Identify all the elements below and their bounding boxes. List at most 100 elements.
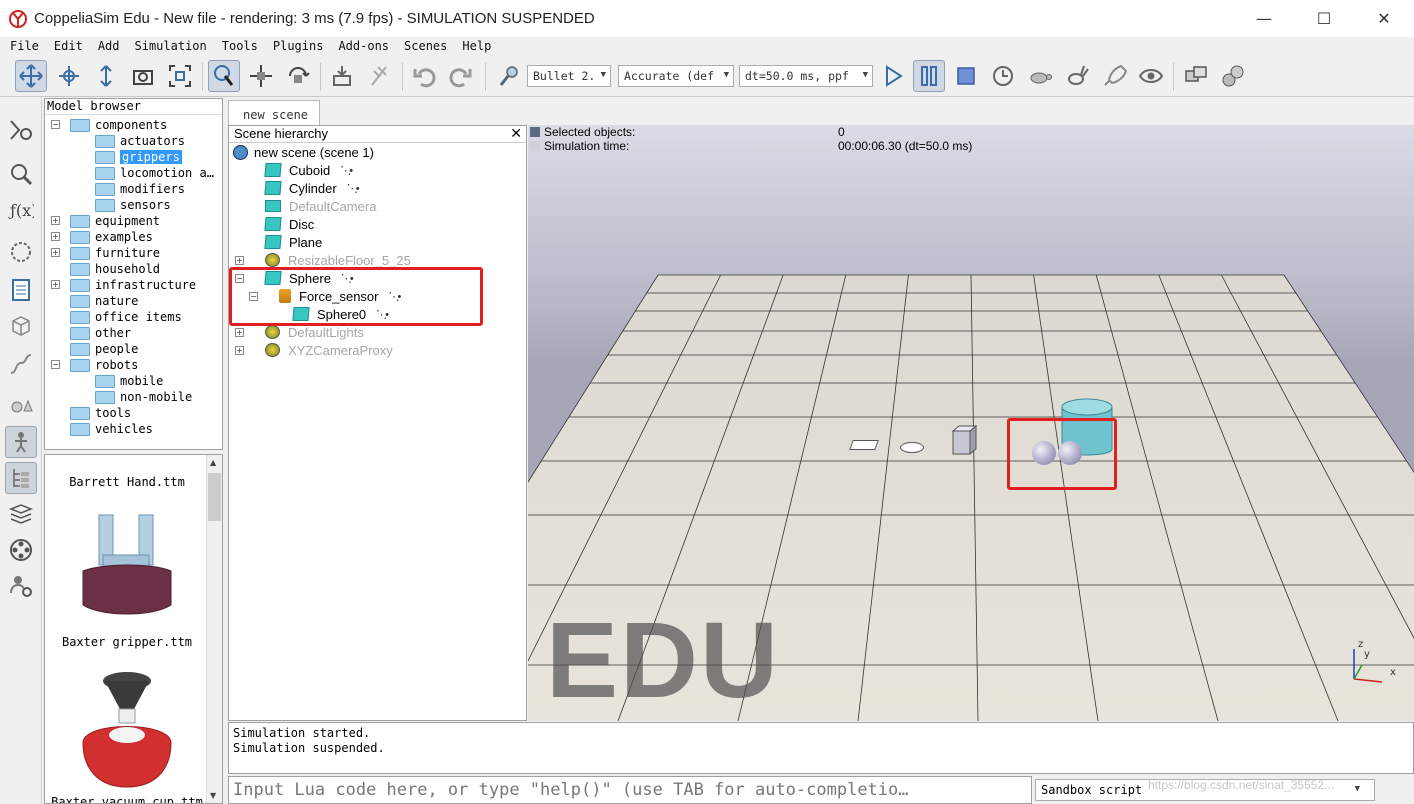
- video-recorder-button[interactable]: [5, 534, 37, 566]
- slow-down-button[interactable]: [1024, 60, 1056, 92]
- expand-toggle[interactable]: +: [51, 232, 60, 241]
- undo-button[interactable]: [408, 60, 440, 92]
- scene-object-item[interactable]: XYZCameraProxy: [265, 341, 393, 359]
- model-folder-item[interactable]: household: [70, 261, 160, 277]
- scripts-button[interactable]: ƒ(x): [5, 194, 37, 226]
- script-link-icon[interactable]: ⋱•: [340, 164, 353, 177]
- thumbnails-scrollbar[interactable]: ▲ ▼: [206, 455, 222, 803]
- model-folder-item[interactable]: mobile: [95, 373, 163, 389]
- scene-object-item[interactable]: Cuboid ⋱•: [264, 161, 353, 179]
- model-folder-item[interactable]: locomotion a…: [95, 165, 214, 181]
- expand-toggle[interactable]: +: [51, 280, 60, 289]
- close-button[interactable]: ✕: [1354, 0, 1414, 37]
- path-planning-button[interactable]: [5, 348, 37, 380]
- model-folder-item[interactable]: non-mobile: [95, 389, 192, 405]
- menu-simulation[interactable]: Simulation: [135, 39, 207, 53]
- model-folder-item[interactable]: furniture: [70, 245, 160, 261]
- info-toggle-icon[interactable]: [530, 127, 540, 137]
- menu-edit[interactable]: Edit: [54, 39, 83, 53]
- menu-add[interactable]: Add: [98, 39, 120, 53]
- model-folder-item[interactable]: other: [70, 325, 131, 341]
- scroll-thumb[interactable]: [208, 473, 221, 521]
- model-folder-item[interactable]: infrastructure: [70, 277, 196, 293]
- scene-selector-button[interactable]: [1217, 60, 1249, 92]
- model-folder-item[interactable]: modifiers: [95, 181, 185, 197]
- scene-object-item[interactable]: DefaultCamera: [265, 197, 376, 215]
- expand-toggle[interactable]: +: [51, 216, 60, 225]
- model-folder-item[interactable]: office items: [70, 309, 182, 325]
- baxter-vacuum-thumbnail[interactable]: [75, 667, 185, 793]
- info-toggle-icon[interactable]: [530, 141, 540, 151]
- real-time-button[interactable]: [987, 60, 1019, 92]
- menu-addons[interactable]: Add-ons: [338, 39, 389, 53]
- fit-to-view-button[interactable]: [164, 60, 196, 92]
- scene-object-item[interactable]: Plane: [264, 233, 322, 251]
- cuboid-object[interactable]: [951, 424, 978, 456]
- start-simulation-button[interactable]: [877, 60, 909, 92]
- scene-object-item[interactable]: Cylinder ⋱•: [264, 179, 360, 197]
- thumbnail-caption[interactable]: Baxter vacuum cup.ttm: [47, 795, 207, 803]
- dynamics-toggle-button[interactable]: [493, 60, 525, 92]
- disc-object[interactable]: [900, 442, 924, 453]
- menu-help[interactable]: Help: [462, 39, 491, 53]
- baxter-gripper-thumbnail[interactable]: [79, 507, 179, 631]
- menu-file[interactable]: File: [10, 39, 39, 53]
- assemble-button[interactable]: [326, 60, 358, 92]
- expand-toggle[interactable]: +: [235, 256, 244, 265]
- expand-toggle[interactable]: +: [235, 328, 244, 337]
- scroll-down-icon[interactable]: ▼: [210, 791, 216, 800]
- object-shift-button[interactable]: [245, 60, 277, 92]
- scene-object-item[interactable]: new scene (scene 1): [233, 143, 374, 161]
- transfer-dna-button[interactable]: [363, 60, 395, 92]
- menu-scenes[interactable]: Scenes: [404, 39, 447, 53]
- model-folder-item[interactable]: examples: [70, 229, 153, 245]
- accuracy-select[interactable]: Accurate (def ▼: [618, 65, 734, 87]
- model-folder-item[interactable]: vehicles: [70, 421, 153, 437]
- model-folder-item[interactable]: grippers: [95, 149, 182, 165]
- scroll-up-icon[interactable]: ▲: [210, 458, 216, 467]
- expand-toggle[interactable]: +: [235, 346, 244, 355]
- collapse-toggle[interactable]: −: [51, 120, 60, 129]
- thumbnail-caption[interactable]: Barrett Hand.ttm: [47, 475, 207, 489]
- model-folder-item[interactable]: tools: [70, 405, 131, 421]
- menu-tools[interactable]: Tools: [222, 39, 258, 53]
- lua-command-input[interactable]: Input Lua code here, or type "help()" (u…: [228, 776, 1032, 804]
- physics-engine-select[interactable]: Bullet 2. ▼: [527, 65, 611, 87]
- model-folder-item[interactable]: actuators: [95, 133, 185, 149]
- scene-hierarchy-toggle-button[interactable]: [5, 462, 37, 494]
- layers-stack-button[interactable]: [5, 498, 37, 530]
- close-icon[interactable]: ✕: [510, 125, 522, 142]
- model-folder-item[interactable]: sensors: [95, 197, 171, 213]
- layers-button[interactable]: [5, 274, 37, 306]
- camera-shift-button[interactable]: [90, 60, 122, 92]
- shapes-button[interactable]: [5, 388, 37, 420]
- collections-button[interactable]: [5, 310, 37, 342]
- 3d-viewport[interactable]: Selected objects: 0 Simulation time: 00:…: [528, 125, 1414, 721]
- model-folder-item[interactable]: components: [70, 117, 167, 133]
- threaded-rendering-button[interactable]: [1098, 60, 1130, 92]
- toggle-visualization-button[interactable]: [1135, 60, 1167, 92]
- model-folder-item[interactable]: people: [70, 341, 138, 357]
- model-folder-item[interactable]: robots: [70, 357, 138, 373]
- calculation-modules-button[interactable]: [5, 158, 37, 190]
- menu-plugins[interactable]: Plugins: [273, 39, 324, 53]
- camera-pan-button[interactable]: [15, 60, 47, 92]
- maximize-button[interactable]: ☐: [1294, 0, 1354, 37]
- shapes-edit-button[interactable]: [5, 236, 37, 268]
- redo-button[interactable]: [445, 60, 477, 92]
- plane-object[interactable]: [849, 440, 879, 450]
- camera-rotate-button[interactable]: [53, 60, 85, 92]
- timestep-select[interactable]: dt=50.0 ms, ppf ▼: [739, 65, 873, 87]
- page-selector-button[interactable]: [1180, 60, 1212, 92]
- pause-simulation-button[interactable]: [913, 60, 945, 92]
- stop-simulation-button[interactable]: [950, 60, 982, 92]
- speed-up-button[interactable]: [1061, 60, 1093, 92]
- click-select-button[interactable]: [208, 60, 240, 92]
- model-folder-item[interactable]: equipment: [70, 213, 160, 229]
- user-settings-button[interactable]: [5, 570, 37, 602]
- camera-angle-button[interactable]: [127, 60, 159, 92]
- expand-toggle[interactable]: +: [51, 248, 60, 257]
- model-browser-toggle-button[interactable]: [5, 426, 37, 458]
- scene-tab[interactable]: new scene: [228, 100, 320, 126]
- scene-object-item[interactable]: Disc: [264, 215, 314, 233]
